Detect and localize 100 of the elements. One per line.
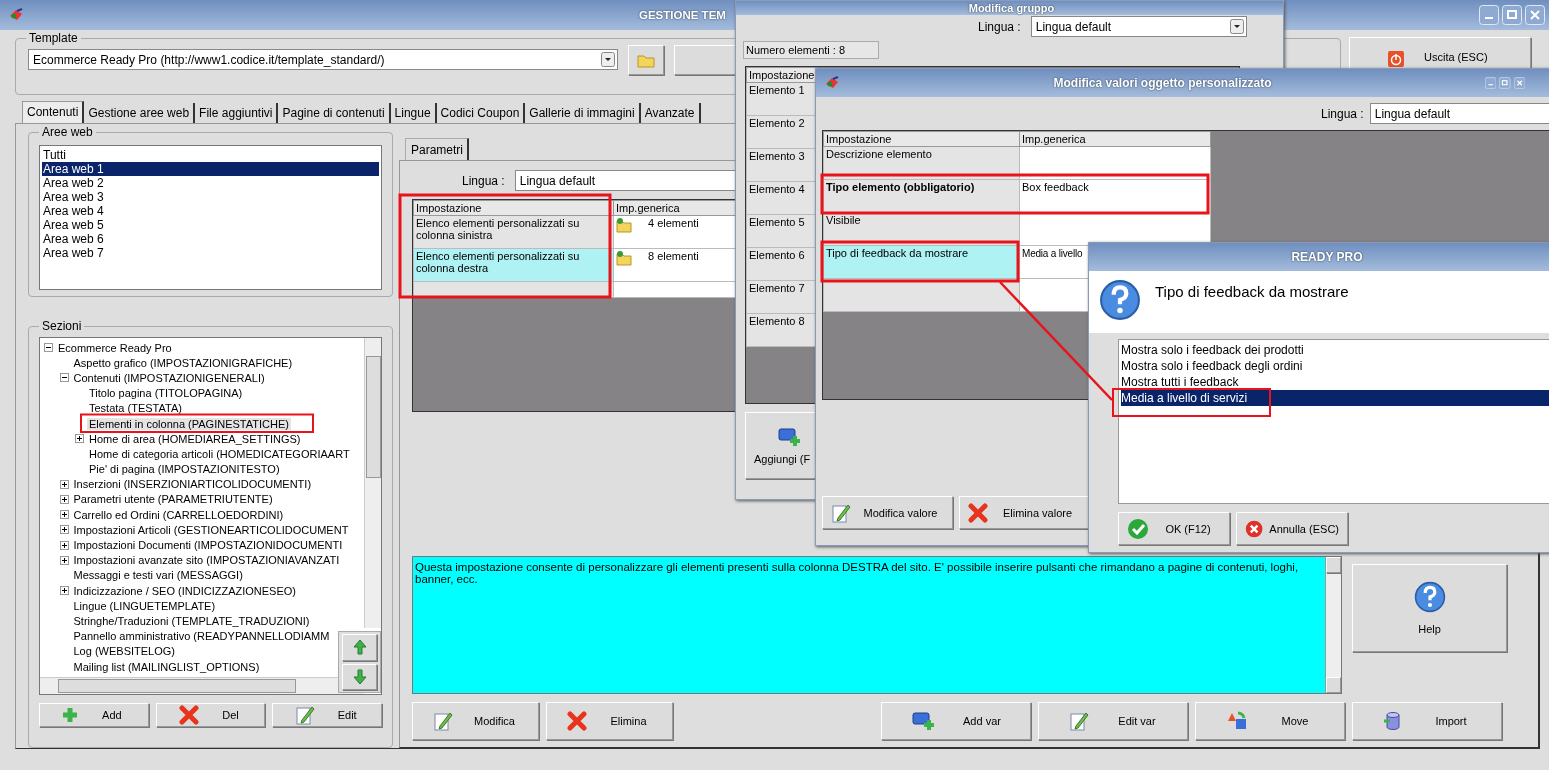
- list-item[interactable]: Mostra tutti i feedback: [1121, 374, 1549, 390]
- open-folder-button[interactable]: [628, 45, 664, 75]
- expand-icon[interactable]: [59, 586, 69, 596]
- tree-item[interactable]: Elementi in colonna (PAGINESTATICHE): [87, 417, 291, 430]
- language-dropdown[interactable]: Lingua default: [1030, 16, 1247, 37]
- list-item[interactable]: Area web 4: [42, 204, 379, 218]
- list-item[interactable]: Media a livello di servizi: [1121, 390, 1549, 406]
- tab[interactable]: Contenuti: [22, 101, 85, 123]
- tree-item[interactable]: Home di area (HOMEDIAREA_SETTINGS): [87, 432, 303, 445]
- list-item[interactable]: Mostra solo i feedback dei prodotti: [1121, 342, 1549, 358]
- collapse-icon[interactable]: [44, 343, 53, 353]
- tree-item[interactable]: Impostazioni Documenti (IMPOSTAZIONIDOCUMENTI: [71, 539, 345, 552]
- table-cell[interactable]: Elenco elementi personalizzati su colonna sinistra: [413, 215, 614, 249]
- edit-button[interactable]: Edit: [272, 703, 382, 727]
- tree-item[interactable]: Parametri utente (PARAMETRIUTENTE): [71, 493, 275, 506]
- tree-item[interactable]: Pie' di pagina (IMPOSTAZIONITESTO): [87, 463, 282, 476]
- move-up-button[interactable]: [342, 634, 377, 661]
- table-cell[interactable]: Elemento 6: [746, 247, 817, 281]
- cancel-button[interactable]: Annulla (ESC): [1236, 512, 1348, 545]
- import-button[interactable]: Import: [1352, 702, 1502, 740]
- tree-item[interactable]: Stringhe/Traduzioni (TEMPLATE_TRADUZIONI): [71, 614, 312, 627]
- tab[interactable]: Parametri: [405, 138, 469, 160]
- add-button[interactable]: Add: [39, 703, 149, 727]
- vertical-scrollbar[interactable]: [364, 338, 381, 628]
- list-item[interactable]: Tutti: [42, 148, 379, 162]
- table-cell[interactable]: Elemento 3: [746, 148, 817, 182]
- list-item[interactable]: Area web 3: [42, 190, 379, 204]
- edit-button[interactable]: Modifica: [412, 702, 539, 740]
- tab[interactable]: Gallerie di immagini: [525, 103, 641, 123]
- tab[interactable]: Pagine di contenuti: [278, 103, 391, 123]
- expand-icon[interactable]: [59, 540, 69, 550]
- expand-icon[interactable]: [75, 434, 84, 444]
- tab[interactable]: Codici Coupon: [436, 103, 526, 123]
- field-label: Lingua :: [462, 173, 505, 188]
- list-item[interactable]: Area web 2: [42, 176, 379, 190]
- ok-button[interactable]: OK (F12): [1118, 512, 1230, 545]
- tree-item[interactable]: Impostazioni avanzate sito (IMPOSTAZIONIAVANZATI: [71, 554, 342, 567]
- pencil-paper-icon: [433, 710, 453, 732]
- table-cell[interactable]: Elemento 7: [746, 280, 817, 314]
- move-button[interactable]: Move: [1195, 702, 1345, 740]
- list-item[interactable]: Mostra solo i feedback degli ordini: [1121, 358, 1549, 374]
- power-icon: [1388, 51, 1404, 67]
- tab[interactable]: Gestione aree web: [84, 103, 196, 123]
- tree-item[interactable]: Home di categoria articoli (HOMEDICATEGORIAART: [87, 447, 352, 460]
- tab[interactable]: Avanzate: [640, 103, 701, 123]
- tree-item[interactable]: Testata (TESTATA): [87, 402, 184, 415]
- template-dropdown[interactable]: Ecommerce Ready Pro (http://www1.codice.it/template_standard/): [28, 49, 618, 70]
- tree-item[interactable]: Inserzioni (INSERZIONIARTICOLIDOCUMENTI): [71, 478, 314, 491]
- delete-button[interactable]: Elimina valore: [959, 496, 1090, 529]
- tree-item[interactable]: Log (WEBSITELOG): [71, 645, 177, 658]
- tree-item[interactable]: Contenuti (IMPOSTAZIONIGENERALI): [71, 371, 267, 384]
- tree-item[interactable]: Ecommerce Ready Pro: [56, 341, 174, 354]
- language-dropdown[interactable]: Lingua default: [1369, 103, 1549, 124]
- list-item[interactable]: Area web 1: [42, 162, 379, 176]
- delete-button[interactable]: Elimina: [546, 702, 673, 740]
- expand-icon[interactable]: [59, 510, 69, 520]
- tree-item[interactable]: Titolo pagina (TITOLOPAGINA): [87, 387, 245, 400]
- horizontal-scrollbar[interactable]: [40, 677, 364, 694]
- tree-item[interactable]: Messaggi e testi vari (MESSAGGI): [71, 569, 245, 582]
- move-down-button[interactable]: [342, 663, 377, 690]
- tree-item[interactable]: Pannello amministrativo (READYPANNELLODIAMM: [71, 630, 332, 643]
- edit-button[interactable]: Modifica valore: [822, 496, 953, 529]
- tree-item[interactable]: Impostazioni Articoli (GESTIONEARTICOLIDOCUMENT: [71, 523, 351, 536]
- table-cell[interactable]: Tipo di feedback da mostrare: [823, 245, 1020, 279]
- tree-item[interactable]: Aspetto grafico (IMPOSTAZIONIGRAFICHE): [71, 356, 295, 369]
- check-icon: [1127, 517, 1149, 540]
- group-label: Aree web: [39, 125, 96, 139]
- tree-item[interactable]: Mailing list (MAILINGLIST_OPTIONS): [71, 660, 262, 673]
- pencil-paper-icon: [1069, 710, 1089, 732]
- field-label: Lingua :: [978, 19, 1021, 34]
- expand-icon[interactable]: [59, 555, 69, 565]
- table-cell[interactable]: Tipo elemento (obbligatorio): [823, 179, 1020, 213]
- tab[interactable]: File aggiuntivi: [195, 103, 279, 123]
- add-window-icon: [912, 711, 936, 731]
- app-logo-icon: [824, 76, 840, 90]
- tree-item[interactable]: Lingue (LINGUETEMPLATE): [71, 599, 218, 612]
- table-cell[interactable]: Elemento 5: [746, 214, 817, 248]
- expand-icon[interactable]: [59, 525, 69, 535]
- tab[interactable]: Lingue: [390, 103, 437, 123]
- table-cell[interactable]: Elemento 2: [746, 115, 817, 149]
- field-label: Lingua :: [1321, 106, 1364, 121]
- element-count: Numero elementi : 8: [743, 41, 879, 59]
- list-item[interactable]: Area web 5: [42, 218, 379, 232]
- vertical-scrollbar[interactable]: [1325, 557, 1341, 693]
- delete-button[interactable]: Del: [155, 703, 266, 727]
- tree-item[interactable]: Indicizzazione / SEO (INDICIZZAZIONESEO): [71, 584, 298, 597]
- add-button[interactable]: Add var: [881, 702, 1031, 740]
- expand-icon[interactable]: [59, 479, 69, 489]
- list-item[interactable]: Area web 6: [42, 232, 379, 246]
- list-item[interactable]: Area web 7: [42, 246, 379, 260]
- table-cell[interactable]: Elemento 4: [746, 181, 817, 215]
- table-cell[interactable]: Elenco elementi personalizzati su colonna destra: [413, 248, 614, 282]
- table-cell[interactable]: Elemento 8: [746, 313, 817, 347]
- table-cell[interactable]: Elemento 1: [746, 82, 817, 116]
- expand-icon[interactable]: [59, 494, 69, 504]
- collapse-icon[interactable]: [59, 373, 69, 383]
- tree-item[interactable]: Carrello ed Ordini (CARRELLOEDORDINI): [71, 508, 286, 521]
- arrow-up-icon: [352, 639, 367, 656]
- help-button[interactable]: Help: [1352, 564, 1507, 652]
- edit-button[interactable]: Edit var: [1038, 702, 1188, 740]
